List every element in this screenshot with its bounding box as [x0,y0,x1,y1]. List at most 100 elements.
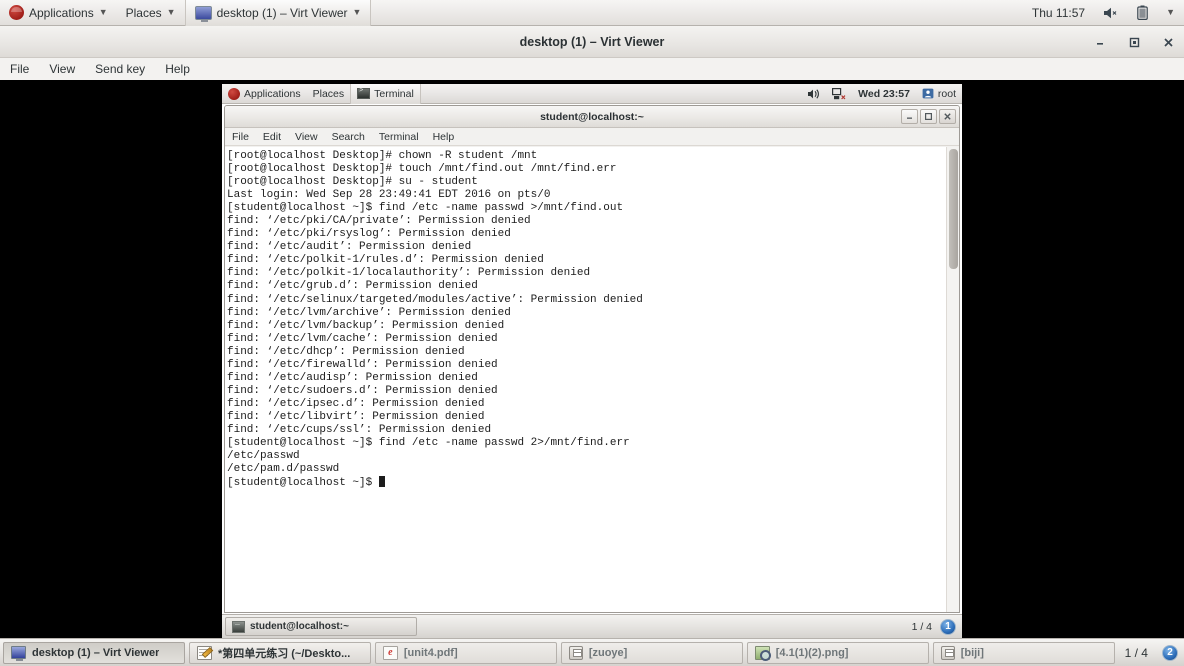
vm-screen[interactable]: Applications Places Terminal [222,84,962,638]
pdf-icon: e [382,645,398,660]
vm-clock-label: Wed 23:57 [858,87,910,100]
terminal-line: find: ‘/etc/polkit-1/rules.d’: Permissio… [227,254,544,267]
monitor-icon [194,5,212,22]
terminal-scrollbar[interactable] [946,147,959,612]
terminal-line: [root@localhost Desktop]# su - student [227,176,478,189]
terminal-title: student@localhost:~ [540,110,644,123]
host-active-window-menu[interactable]: desktop (1) – Virt Viewer ▼ [184,0,372,26]
terminal-menu-terminal[interactable]: Terminal [372,128,426,146]
taskbar-item-label: *第四单元练习 (~/Deskto... [217,647,351,660]
terminal-maximize-button[interactable] [920,109,937,124]
menu-view[interactable]: View [39,58,85,80]
vm-window-list-terminal[interactable]: Terminal [350,84,421,104]
vm-network-disconnected-icon[interactable] [826,84,852,104]
vm-volume-icon[interactable] [801,84,826,104]
taskbar-item-label: [biji] [960,646,984,659]
volume-glyph [808,88,820,99]
terminal-line: find: ‘/etc/audit’: Permission denied [227,241,472,254]
menu-help[interactable]: Help [155,58,200,80]
vm-applications-menu[interactable]: Applications [222,84,307,104]
host-panel-dropdown[interactable]: ▼ [1157,0,1184,26]
terminal-line: [student@localhost ~]$ [227,476,946,489]
terminal-line: find: ‘/etc/dhcp’: Permission denied [227,345,465,358]
taskbar-item-label: [4.1(1)(2).png] [775,646,849,659]
notepad-icon [196,645,212,660]
host-workspace-indicator[interactable]: 1 / 4 [1119,646,1158,660]
chevron-down-icon: ▼ [352,7,362,17]
host-places-label: Places [125,5,162,20]
terminal-line: find: ‘/etc/selinux/targeted/modules/act… [227,293,643,306]
taskbar-item-biji[interactable]: [biji] [932,641,1115,664]
vm-notification-badge[interactable]: 1 [940,618,956,635]
host-taskbar: desktop (1) – Virt Viewer *第四单元练习 (~/Des… [0,638,1184,666]
terminal-line: /etc/passwd [227,450,300,463]
menu-send-key[interactable]: Send key [85,58,155,80]
volume-muted-icon[interactable] [1094,0,1128,26]
host-applications-label: Applications [29,5,94,20]
taskbar-item-image[interactable]: [4.1(1)(2).png] [746,641,929,664]
fedora-logo-icon [9,5,24,20]
terminal-line: find: ‘/etc/lvm/backup’: Permission deni… [227,319,505,332]
host-notification-badge[interactable]: 2 [1161,644,1178,661]
virt-viewer-titlebar: desktop (1) – Virt Viewer [0,26,1184,58]
virt-viewer-title: desktop (1) – Virt Viewer [519,34,665,49]
maximize-icon [925,113,933,121]
terminal-menu-file[interactable]: File [225,128,256,146]
network-glyph [832,87,846,99]
vm-display-area[interactable]: Applications Places Terminal [0,80,1184,638]
terminal-line: Last login: Wed Sep 28 23:49:41 EDT 2016… [227,189,551,202]
maximize-icon [1129,37,1139,47]
screen: Applications ▼ Places ▼ desktop (1) – Vi… [0,0,1184,666]
minimize-icon [907,117,912,119]
vm-active-window-label: Terminal [374,87,414,100]
virt-viewer-window-controls [1092,26,1176,58]
terminal-line: [student@localhost ~]$ find /etc -name p… [227,202,624,215]
vm-user-menu[interactable]: root [916,84,962,104]
vm-top-panel: Applications Places Terminal [222,84,962,104]
terminal-line: [root@localhost Desktop]# touch /mnt/fin… [227,163,617,176]
terminal-line: [student@localhost ~]$ find /etc -name p… [227,437,630,450]
vm-places-menu[interactable]: Places [307,84,351,104]
taskbar-item-document[interactable]: *第四单元练习 (~/Deskto... [188,641,371,664]
chevron-down-icon: ▼ [1166,7,1175,17]
close-icon [944,113,951,120]
menu-file[interactable]: File [0,58,39,80]
host-top-panel: Applications ▼ Places ▼ desktop (1) – Vi… [0,0,1184,26]
vm-taskbar-item-terminal[interactable]: student@localhost:~ [225,617,417,636]
terminal-menu-view[interactable]: View [288,128,325,146]
battery-icon[interactable] [1128,0,1157,26]
host-clock[interactable]: Thu 11:57 [1023,0,1094,26]
terminal-menu-search[interactable]: Search [325,128,372,146]
terminal-line: [root@localhost Desktop]# chown -R stude… [227,150,538,162]
terminal-cursor [378,476,385,488]
terminal-close-button[interactable] [939,109,956,124]
terminal-titlebar: student@localhost:~ [225,106,959,128]
minimize-button[interactable] [1092,34,1108,50]
terminal-menubar: File Edit View Search Terminal Help [225,128,959,146]
close-button[interactable] [1160,34,1176,50]
taskbar-item-label: [unit4.pdf] [403,646,458,659]
monitor-icon [11,646,26,661]
image-icon [754,645,771,661]
host-places-menu[interactable]: Places ▼ [117,0,185,26]
terminal-line: find: ‘/etc/pki/rsyslog’: Permission den… [227,228,511,241]
taskbar-item-label: [zuoye] [588,646,628,659]
vm-workspace-indicator[interactable]: 1 / 4 [912,621,936,633]
terminal-window[interactable]: student@localhost:~ File Edit View Searc… [224,105,960,613]
host-applications-menu[interactable]: Applications ▼ [0,0,117,26]
vm-places-label: Places [312,87,345,100]
terminal-menu-edit[interactable]: Edit [256,128,288,146]
terminal-minimize-button[interactable] [901,109,918,124]
host-clock-label: Thu 11:57 [1031,5,1086,20]
terminal-menu-help[interactable]: Help [426,128,462,146]
terminal-scrollbar-thumb[interactable] [949,149,958,269]
terminal-output[interactable]: [root@localhost Desktop]# chown -R stude… [225,147,946,612]
vm-clock[interactable]: Wed 23:57 [852,84,916,104]
maximize-button[interactable] [1126,34,1142,50]
taskbar-item-virt-viewer[interactable]: desktop (1) – Virt Viewer [3,641,185,664]
terminal-line: find: ‘/etc/polkit-1/localauthority’: Pe… [227,267,591,280]
taskbar-item-unit4-pdf[interactable]: e [unit4.pdf] [374,641,557,664]
taskbar-item-zuoye[interactable]: [zuoye] [560,641,743,664]
user-icon [922,88,934,99]
terminal-body[interactable]: [root@localhost Desktop]# chown -R stude… [225,147,959,612]
